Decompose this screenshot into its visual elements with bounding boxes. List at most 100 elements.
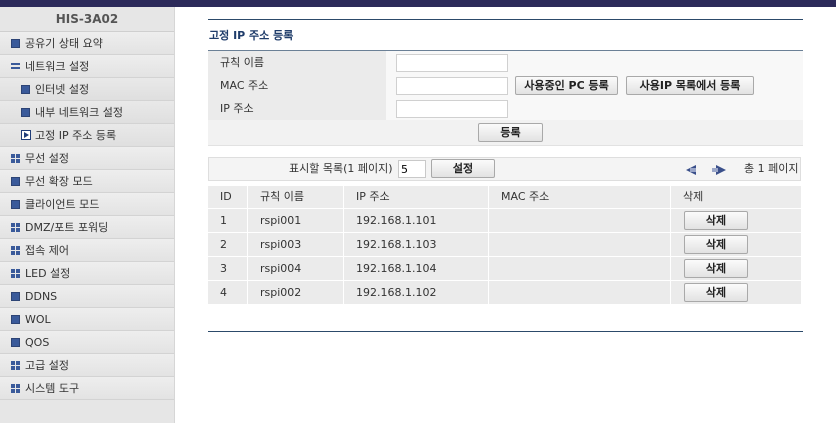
grid-icon (11, 154, 20, 163)
delete-button[interactable]: 삭제 (684, 235, 748, 254)
sidebar-item-label: 공유기 상태 요약 (25, 37, 103, 50)
sidebar-item-system-tools[interactable]: 시스템 도구 (0, 377, 174, 400)
static-ip-table: ID 규칙 이름 IP 주소 MAC 주소 삭제 1 rspi001 192.1… (208, 186, 801, 304)
play-icon (21, 130, 31, 140)
sidebar-item-label: 무선 확장 모드 (25, 175, 93, 188)
sidebar-item-wireless-settings[interactable]: 무선 설정 (0, 147, 174, 170)
device-model-title: HIS-3A02 (0, 7, 174, 32)
set-count-button[interactable]: 설정 (431, 159, 495, 178)
square-icon (11, 177, 20, 186)
delete-button[interactable]: 삭제 (684, 211, 748, 230)
sidebar-item-label: QOS (25, 336, 50, 349)
pager-label: 표시할 목록(1 페이지) (289, 162, 393, 175)
cell-ip: 192.168.1.104 (344, 257, 489, 280)
cell-rule-name: rspi002 (248, 281, 344, 304)
register-button[interactable]: 등록 (478, 123, 543, 142)
sidebar-item-label: DDNS (25, 290, 58, 303)
rule-name-label: 규칙 이름 (208, 51, 386, 74)
ip-row: IP 주소 (208, 97, 803, 120)
sidebar-item-client-mode[interactable]: 클라이언트 모드 (0, 193, 174, 216)
square-icon (11, 200, 20, 209)
grid-icon (11, 361, 20, 370)
sidebar-item-label: 고정 IP 주소 등록 (35, 129, 117, 142)
sidebar-item-advanced-settings[interactable]: 고급 설정 (0, 354, 174, 377)
sidebar-item-label: 네트워크 설정 (25, 60, 90, 73)
sidebar-item-qos[interactable]: QOS (0, 331, 174, 354)
grid-icon (11, 384, 20, 393)
header-mac: MAC 주소 (489, 186, 671, 208)
sidebar-item-network-settings[interactable]: 네트워크 설정 (0, 55, 174, 78)
square-icon (11, 292, 20, 301)
cell-rule-name: rspi004 (248, 257, 344, 280)
square-icon (11, 338, 20, 347)
cell-id: 1 (208, 209, 248, 232)
sidebar-item-ddns[interactable]: DDNS (0, 285, 174, 308)
list-count-input[interactable] (398, 160, 426, 178)
sidebar-item-internet-settings[interactable]: 인터넷 설정 (0, 78, 174, 101)
cell-id: 4 (208, 281, 248, 304)
square-icon (21, 108, 30, 117)
grid-icon (11, 246, 20, 255)
top-bar (0, 0, 836, 7)
cell-rule-name: rspi003 (248, 233, 344, 256)
sidebar-item-label: LED 설정 (25, 267, 71, 280)
mac-input[interactable] (396, 77, 508, 95)
ip-label: IP 주소 (208, 97, 386, 120)
cell-mac (489, 257, 671, 280)
cell-ip: 192.168.1.101 (344, 209, 489, 232)
list-pager: 표시할 목록(1 페이지) 설정 총 1 페이지 (208, 157, 801, 181)
sidebar-item-dmz-port-forwarding[interactable]: DMZ/포트 포워딩 (0, 216, 174, 239)
submit-row: 등록 (208, 120, 803, 146)
sidebar: HIS-3A02 공유기 상태 요약 네트워크 설정 인터넷 설정 내부 네트워… (0, 7, 175, 423)
cell-id: 2 (208, 233, 248, 256)
sidebar-item-access-control[interactable]: 접속 제어 (0, 239, 174, 262)
square-icon (11, 39, 20, 48)
sidebar-item-label: 무선 설정 (25, 152, 69, 165)
cell-mac (489, 281, 671, 304)
sidebar-item-label: 고급 설정 (25, 359, 69, 372)
header-rule-name: 규칙 이름 (248, 186, 344, 208)
table-row: 3 rspi004 192.168.1.104 삭제 (208, 256, 801, 280)
sidebar-item-led-settings[interactable]: LED 설정 (0, 262, 174, 285)
table-header: ID 규칙 이름 IP 주소 MAC 주소 삭제 (208, 186, 801, 208)
sidebar-item-lan-settings[interactable]: 내부 네트워크 설정 (0, 101, 174, 124)
sidebar-item-wireless-extend[interactable]: 무선 확장 모드 (0, 170, 174, 193)
sidebar-item-label: 클라이언트 모드 (25, 198, 100, 211)
total-pages: 총 1 페이지 (744, 162, 799, 175)
prev-page-icon[interactable] (686, 165, 696, 175)
square-icon (21, 85, 30, 94)
mac-row: MAC 주소 사용중인 PC 등록 사용IP 목록에서 등록 (208, 74, 803, 97)
mac-label: MAC 주소 (208, 74, 386, 97)
grid-icon (11, 269, 20, 278)
lines-icon (11, 62, 20, 71)
sidebar-item-wol[interactable]: WOL (0, 308, 174, 331)
cell-ip: 192.168.1.102 (344, 281, 489, 304)
main-content: 고정 IP 주소 등록 규칙 이름 MAC 주소 사용중인 PC 등록 사용IP… (208, 19, 803, 332)
sidebar-item-label: 시스템 도구 (25, 382, 80, 395)
next-page-icon[interactable] (712, 165, 726, 175)
header-delete: 삭제 (683, 190, 704, 203)
sidebar-item-label: 접속 제어 (25, 244, 69, 257)
table-row: 1 rspi001 192.168.1.101 삭제 (208, 208, 801, 232)
sidebar-item-status-summary[interactable]: 공유기 상태 요약 (0, 32, 174, 55)
cell-ip: 192.168.1.103 (344, 233, 489, 256)
register-from-ip-list-button[interactable]: 사용IP 목록에서 등록 (626, 76, 754, 95)
divider (208, 331, 803, 332)
header-id: ID (208, 186, 248, 208)
table-row: 2 rspi003 192.168.1.103 삭제 (208, 232, 801, 256)
square-icon (11, 315, 20, 324)
sidebar-item-label: 인터넷 설정 (35, 83, 90, 96)
delete-button[interactable]: 삭제 (684, 283, 748, 302)
cell-mac (489, 233, 671, 256)
delete-button[interactable]: 삭제 (684, 259, 748, 278)
grid-icon (11, 223, 20, 232)
header-ip: IP 주소 (344, 186, 489, 208)
sidebar-item-label: WOL (25, 313, 51, 326)
register-current-pc-button[interactable]: 사용중인 PC 등록 (515, 76, 618, 95)
cell-rule-name: rspi001 (248, 209, 344, 232)
ip-input[interactable] (396, 100, 508, 118)
cell-id: 3 (208, 257, 248, 280)
sidebar-item-static-ip[interactable]: 고정 IP 주소 등록 (0, 124, 174, 147)
sidebar-item-label: DMZ/포트 포워딩 (25, 221, 109, 234)
rule-name-input[interactable] (396, 54, 508, 72)
